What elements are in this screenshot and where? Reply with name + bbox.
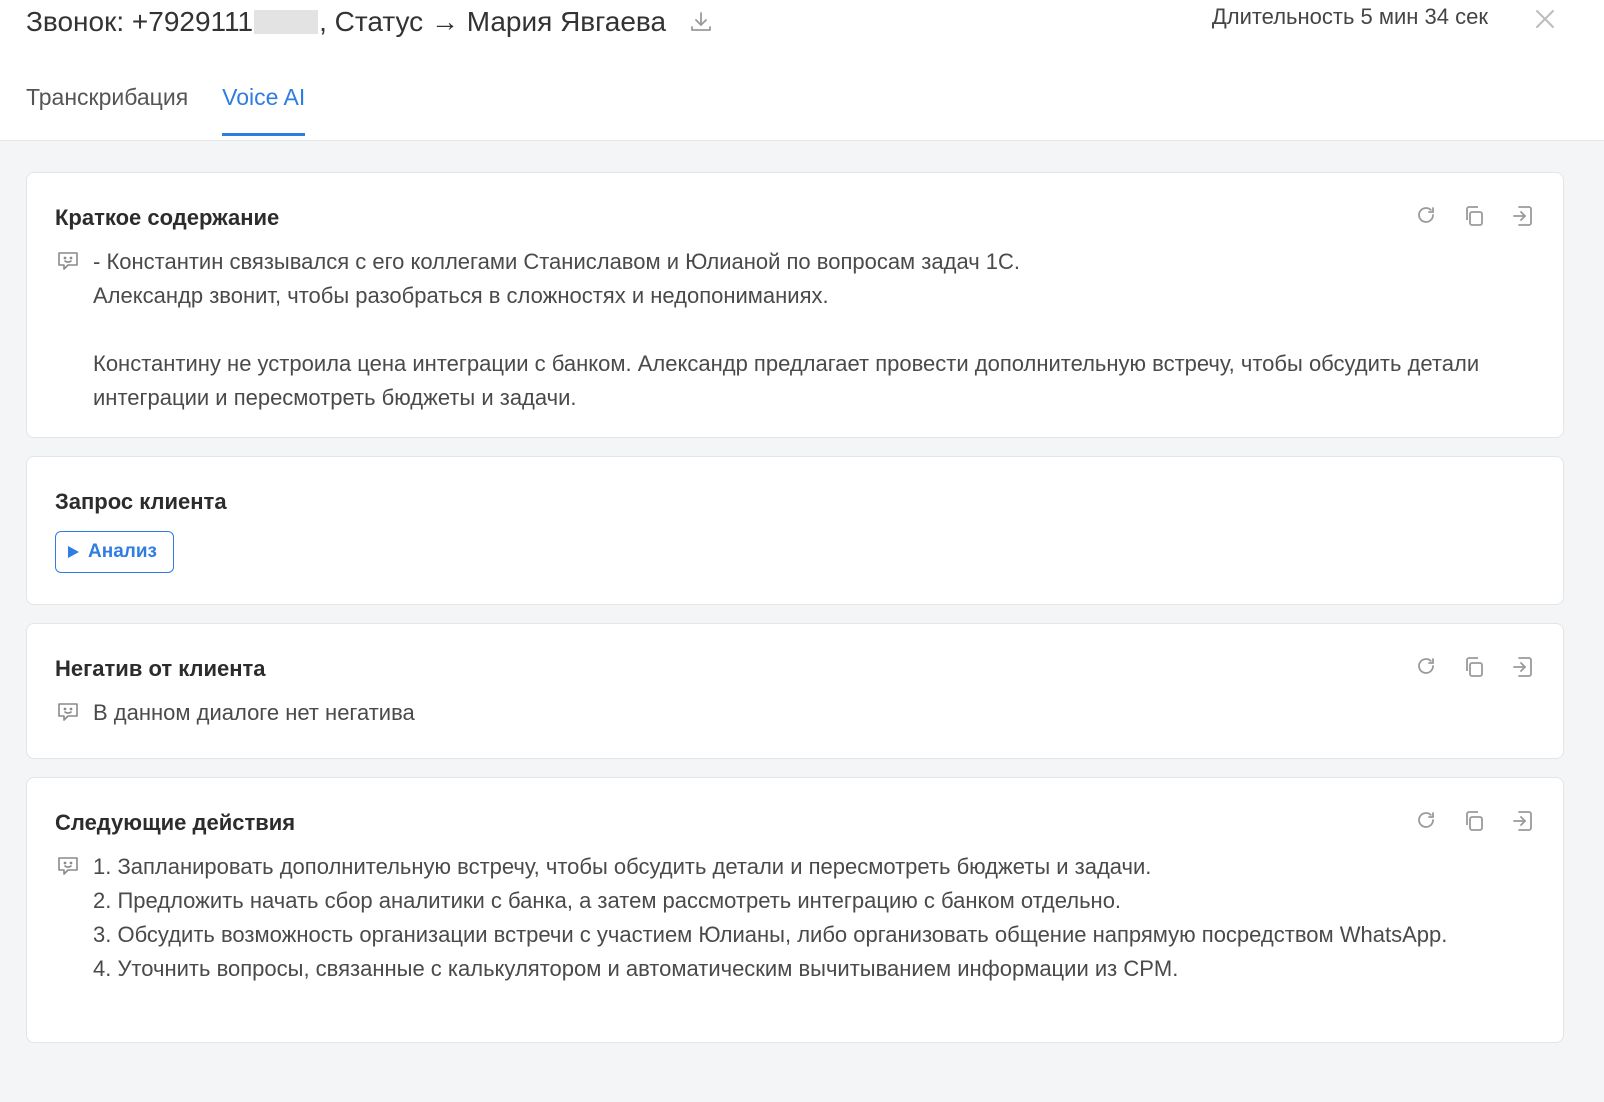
client-request-title: Запрос клиента: [55, 489, 227, 514]
call-title-prefix: Звонок: +7929111: [26, 6, 254, 37]
summary-text: - Константин связывался с его коллегами …: [93, 249, 1480, 410]
negative-card: Негатив от клиента В данном диалоге нет …: [26, 623, 1564, 759]
tabs: Транскрибация Voice AI: [26, 84, 339, 136]
negative-title: Негатив от клиента: [55, 656, 266, 681]
tab-transcription[interactable]: Транскрибация: [26, 84, 188, 136]
call-title: Звонок: +7929111 , Статус → Мария Явгаев…: [26, 0, 714, 44]
bot-icon: [55, 248, 81, 274]
bot-icon: [55, 853, 81, 879]
next-actions-card: Следующие действия 1. Запланировать допо…: [26, 777, 1564, 1043]
negative-actions: [1413, 654, 1535, 680]
call-title-suffix: , Статус → Мария Явгаева: [319, 6, 667, 37]
close-icon[interactable]: [1532, 6, 1558, 32]
bot-icon: [55, 699, 81, 725]
summary-actions: [1413, 203, 1535, 229]
tab-voice-ai[interactable]: Voice AI: [222, 84, 306, 136]
copy-icon[interactable]: [1461, 808, 1487, 834]
export-icon[interactable]: [1509, 808, 1535, 834]
play-icon: [66, 545, 80, 559]
copy-icon[interactable]: [1461, 203, 1487, 229]
refresh-icon[interactable]: [1413, 654, 1439, 680]
refresh-icon[interactable]: [1413, 203, 1439, 229]
export-icon[interactable]: [1509, 654, 1535, 680]
analyze-button[interactable]: Анализ: [55, 531, 174, 573]
call-header: Звонок: +7929111 , Статус → Мария Явгаев…: [0, 0, 1604, 141]
redacted-number: [254, 10, 319, 34]
client-request-card: Запрос клиента Анализ: [26, 456, 1564, 605]
negative-text: В данном диалоге нет негатива: [93, 700, 415, 725]
copy-icon[interactable]: [1461, 654, 1487, 680]
refresh-icon[interactable]: [1413, 808, 1439, 834]
next-actions-text: 1. Запланировать дополнительную встречу,…: [93, 854, 1448, 981]
summary-title: Краткое содержание: [55, 205, 280, 230]
export-icon[interactable]: [1509, 203, 1535, 229]
summary-card: Краткое содержание - Константин связывал…: [26, 172, 1564, 438]
next-actions-actions: [1413, 808, 1535, 834]
download-icon[interactable]: [688, 9, 714, 35]
analyze-button-label: Анализ: [88, 541, 157, 562]
call-duration: Длительность 5 мин 34 сек: [1211, 4, 1488, 29]
next-actions-title: Следующие действия: [55, 810, 296, 835]
